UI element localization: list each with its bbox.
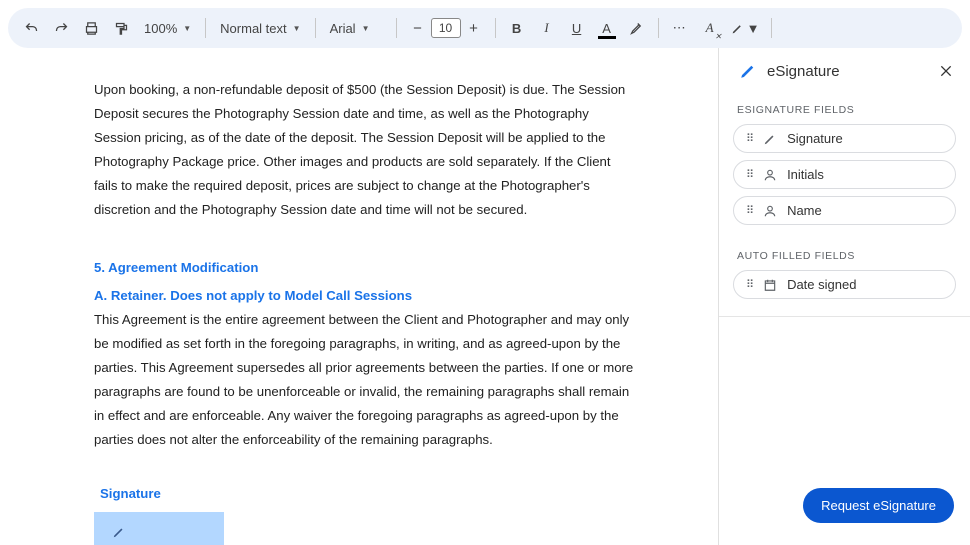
sidebar-title: eSignature	[767, 63, 928, 80]
separator	[396, 18, 397, 38]
separator	[205, 18, 206, 38]
field-initials[interactable]: ⠿ Initials	[733, 160, 956, 189]
redo-icon	[54, 21, 69, 36]
signature-field-placeholder[interactable]	[94, 512, 224, 545]
chevron-down-icon: ▼	[293, 24, 301, 33]
sidebar-header: eSignature	[719, 48, 970, 90]
drag-handle-icon: ⠿	[746, 278, 753, 291]
close-icon	[938, 63, 954, 79]
request-esignature-button[interactable]: Request eSignature	[803, 488, 954, 523]
calendar-icon	[763, 278, 777, 292]
print-button[interactable]	[78, 15, 104, 41]
paragraph: Upon booking, a non-refundable deposit o…	[94, 78, 636, 222]
clear-format-button[interactable]: A✕	[697, 15, 723, 41]
separator	[658, 18, 659, 38]
highlight-button[interactable]	[624, 15, 650, 41]
field-date-signed[interactable]: ⠿ Date signed	[733, 270, 956, 299]
styles-dropdown[interactable]: Normal text ▼	[214, 15, 306, 41]
zoom-value: 100%	[144, 21, 177, 36]
toolbar: 100% ▼ Normal text ▼ Arial ▼ − 10 + B I …	[8, 8, 962, 48]
person-icon	[763, 168, 777, 182]
field-label: Date signed	[787, 277, 856, 292]
field-label: Initials	[787, 167, 824, 182]
paragraph: This Agreement is the entire agreement b…	[94, 308, 636, 452]
chevron-down-icon: ▼	[183, 24, 191, 33]
drag-handle-icon: ⠿	[746, 132, 753, 145]
paint-format-button[interactable]	[108, 15, 134, 41]
main: Upon booking, a non-refundable deposit o…	[0, 48, 970, 545]
undo-button[interactable]	[18, 15, 44, 41]
font-value: Arial	[330, 21, 356, 36]
section-label-esig-fields: ESIGNATURE FIELDS	[719, 90, 970, 124]
person-icon	[763, 204, 777, 218]
more-button[interactable]: ⋯	[667, 15, 693, 41]
print-icon	[84, 21, 99, 36]
highlighter-icon	[629, 21, 644, 36]
chevron-down-icon: ▼	[362, 24, 370, 33]
signature-icon	[739, 62, 757, 80]
drag-handle-icon: ⠿	[746, 204, 753, 217]
chevron-down-icon: ▼	[747, 21, 760, 36]
heading-5: 5. Agreement Modification	[94, 256, 636, 280]
field-signature[interactable]: ⠿ Signature	[733, 124, 956, 153]
paint-roller-icon	[114, 21, 129, 36]
subheading-a: A. Retainer. Does not apply to Model Cal…	[94, 284, 636, 308]
pen-icon	[731, 22, 744, 35]
field-label: Name	[787, 203, 822, 218]
underline-button[interactable]: U	[564, 15, 590, 41]
italic-button[interactable]: I	[534, 15, 560, 41]
signature-pen-icon	[112, 525, 126, 539]
signature-label: Signature	[100, 482, 636, 506]
drag-handle-icon: ⠿	[746, 168, 753, 181]
pen-dropdown[interactable]: ▼	[727, 15, 764, 41]
document-area: Upon booking, a non-refundable deposit o…	[0, 48, 718, 545]
redo-button[interactable]	[48, 15, 74, 41]
document-page[interactable]: Upon booking, a non-refundable deposit o…	[24, 60, 706, 545]
text-color-button[interactable]: A	[594, 15, 620, 41]
increase-font-button[interactable]: +	[461, 15, 487, 41]
field-name[interactable]: ⠿ Name	[733, 196, 956, 225]
separator	[771, 18, 772, 38]
style-value: Normal text	[220, 21, 286, 36]
close-button[interactable]	[938, 63, 954, 79]
font-size-input[interactable]: 10	[431, 18, 461, 38]
separator	[315, 18, 316, 38]
esignature-sidebar: eSignature ESIGNATURE FIELDS ⠿ Signature…	[718, 48, 970, 545]
divider	[719, 316, 970, 317]
undo-icon	[24, 21, 39, 36]
sidebar-footer: Request eSignature	[719, 488, 970, 545]
separator	[495, 18, 496, 38]
field-label: Signature	[787, 131, 843, 146]
font-dropdown[interactable]: Arial ▼	[324, 15, 388, 41]
zoom-dropdown[interactable]: 100% ▼	[138, 15, 197, 41]
decrease-font-button[interactable]: −	[405, 15, 431, 41]
bold-button[interactable]: B	[504, 15, 530, 41]
signature-pen-icon	[763, 132, 777, 146]
section-label-auto-fields: AUTO FILLED FIELDS	[719, 232, 970, 270]
